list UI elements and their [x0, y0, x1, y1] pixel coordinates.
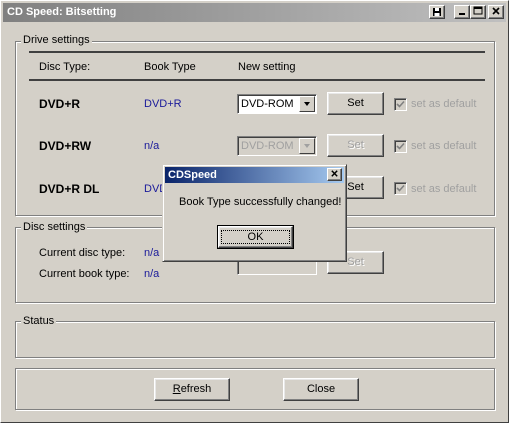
chevron-down-icon[interactable]	[299, 96, 315, 112]
current-disc-type-label: Current disc type:	[39, 247, 126, 259]
bitsetting-window: CD Speed: Bitsetting Drive settings Disc…	[0, 0, 509, 423]
dialog-message: Book Type successfully changed!	[179, 196, 342, 208]
disc-settings-legend: Disc settings	[21, 221, 88, 233]
close-icon[interactable]	[488, 5, 504, 19]
ok-label: OK	[220, 230, 291, 244]
header-new-setting: New setting	[238, 61, 296, 73]
maximize-icon[interactable]	[470, 5, 486, 19]
dialog-title-bar[interactable]: CDSpeed	[165, 167, 344, 183]
window-title: CD Speed: Bitsetting	[7, 6, 117, 18]
refresh-button[interactable]: Refresh	[154, 378, 230, 401]
dialog-title: CDSpeed	[168, 169, 217, 181]
set-as-default-checkbox[interactable]	[394, 98, 407, 111]
disc-type-dvd-plus-r: DVD+R	[39, 97, 81, 111]
new-setting-value: DVD-ROM	[241, 98, 294, 110]
new-setting-select-dvd-plus-rw[interactable]: DVD-ROM	[237, 136, 317, 156]
refresh-mnemonic: R	[172, 383, 181, 395]
close-button[interactable]: Close	[283, 378, 359, 401]
set-button-dvd-plus-r[interactable]: Set	[327, 92, 384, 115]
message-dialog: CDSpeed Book Type successfully changed! …	[162, 164, 347, 262]
footer-panel	[15, 368, 495, 410]
set-button-dvd-plus-rw[interactable]: Set	[327, 134, 384, 157]
header-divider-top	[29, 51, 485, 53]
book-type-value: n/a	[144, 140, 160, 152]
set-as-default-label: set as default	[411, 98, 477, 110]
header-divider-bottom	[29, 79, 485, 81]
status-legend: Status	[21, 315, 57, 327]
header-book-type: Book Type	[144, 61, 196, 73]
current-book-type-label: Current book type:	[39, 268, 130, 280]
disc-type-dvd-plus-rw: DVD+RW	[39, 139, 92, 153]
set-as-default-label: set as default	[411, 183, 477, 195]
drive-settings-legend: Drive settings	[21, 34, 92, 46]
set-as-default-label: set as default	[411, 140, 477, 152]
new-setting-select-dvd-plus-r[interactable]: DVD-ROM	[237, 94, 317, 114]
book-type-value: DVD+R	[144, 98, 182, 110]
set-as-default-checkbox[interactable]	[394, 140, 407, 153]
title-bar[interactable]: CD Speed: Bitsetting	[3, 3, 506, 22]
ok-button[interactable]: OK	[217, 225, 294, 249]
current-book-type-value: n/a	[144, 268, 160, 280]
header-disc-type: Disc Type:	[39, 61, 91, 73]
refresh-label: efresh	[180, 383, 212, 395]
set-as-default-checkbox[interactable]	[394, 182, 407, 195]
new-setting-value: DVD-ROM	[241, 140, 294, 152]
save-icon[interactable]	[429, 5, 445, 19]
disc-type-dvd-plus-r-dl: DVD+R DL	[39, 182, 100, 196]
chevron-down-icon[interactable]	[299, 138, 315, 154]
current-disc-type-value: n/a	[144, 247, 160, 259]
minimize-icon[interactable]	[454, 5, 470, 19]
status-group	[15, 321, 495, 358]
dialog-close-icon[interactable]	[327, 168, 342, 181]
